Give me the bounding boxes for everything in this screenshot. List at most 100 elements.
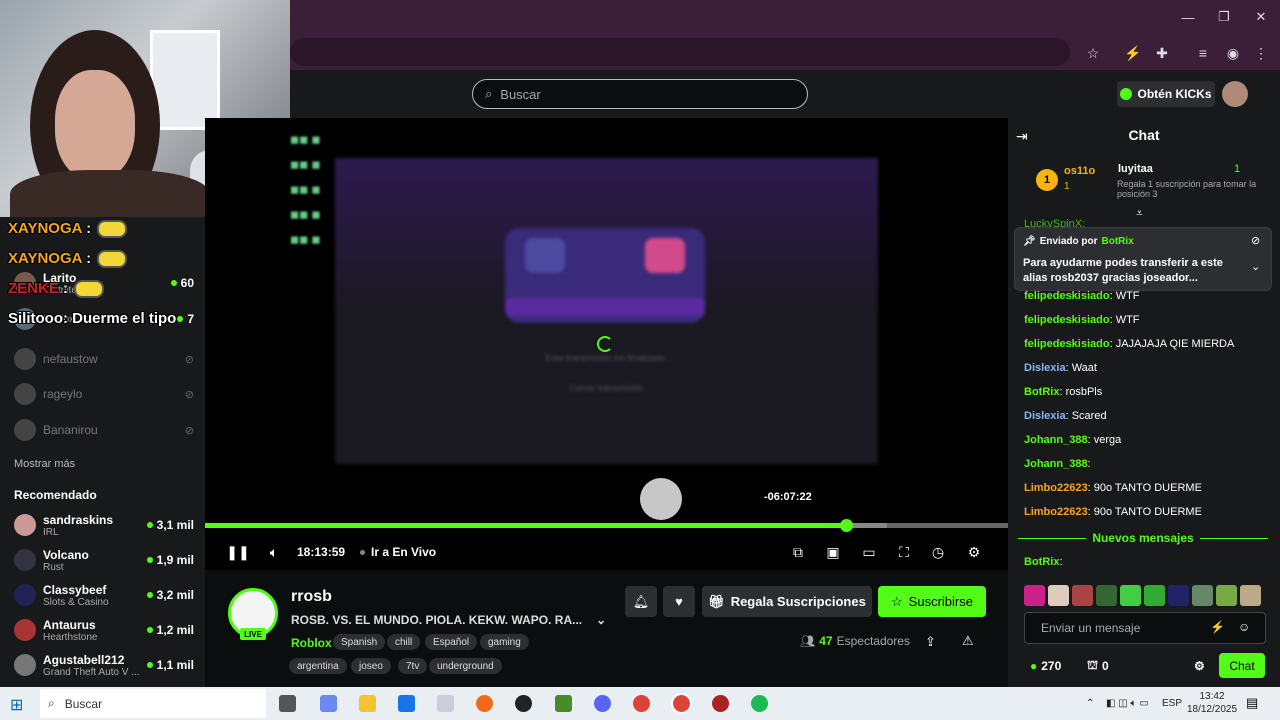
extensions-puzzle-icon[interactable]: ✚ xyxy=(1151,42,1173,64)
chat-username[interactable]: Limbo22623 xyxy=(1024,482,1088,494)
media-control-icon[interactable]: ≡ xyxy=(1192,42,1214,64)
chrome-icon[interactable] xyxy=(633,695,650,712)
tray-chevron-up-icon[interactable]: ⌃ xyxy=(1086,687,1094,720)
search-input[interactable]: ⌕ Buscar xyxy=(472,79,808,109)
clip-icon[interactable]: ▣ xyxy=(824,543,842,561)
minimize-button[interactable]: — xyxy=(1170,0,1206,34)
sidebar-item-offline[interactable]: rageylo ⊘ xyxy=(14,380,194,408)
chat-username[interactable]: Dislexia xyxy=(1024,410,1066,422)
kick-points[interactable]: ● 270 xyxy=(1030,656,1061,676)
chat-username[interactable]: Limbo22623 xyxy=(1024,506,1088,518)
video-player[interactable]: ◼◼ ◼ ◼◼ ◼ ◼◼ ◼ ◼◼ ◼ ◼◼ ◼ Esta transmisión ha… xyxy=(205,118,1008,570)
show-more-link[interactable]: Mostrar más xyxy=(14,458,75,470)
app-icon[interactable] xyxy=(712,695,729,712)
sidebar-item-recommended[interactable]: Volcano Rust 1,9 mil xyxy=(14,546,194,574)
emoji-icon[interactable]: ☺ xyxy=(1238,620,1250,634)
chat-username[interactable]: BotRix xyxy=(1024,386,1059,398)
minecraft-icon[interactable] xyxy=(555,695,572,712)
pause-icon[interactable]: ❚❚ xyxy=(226,543,249,561)
store-icon[interactable] xyxy=(398,695,415,712)
pip-icon[interactable]: ⧉ xyxy=(789,543,807,561)
follow-heart-icon[interactable]: ♥ xyxy=(663,586,695,617)
sidebar-item-offline[interactable]: nefaustow ⊘ xyxy=(14,345,194,373)
channel-name[interactable]: rrosb xyxy=(291,588,332,606)
emote-icon xyxy=(97,250,128,269)
address-field[interactable] xyxy=(290,38,1070,66)
profile-icon[interactable]: ◉ xyxy=(1222,42,1244,64)
fullscreen-icon[interactable]: ⛶ xyxy=(895,543,913,561)
share-icon[interactable]: ⇪ xyxy=(925,634,936,650)
chat-settings-gear-icon[interactable]: ⚙ xyxy=(1194,656,1205,676)
restore-button[interactable]: ❐ xyxy=(1206,0,1242,34)
chrome-active-icon[interactable] xyxy=(671,693,692,714)
obs-icon[interactable] xyxy=(515,695,532,712)
overlay-chat-line: XAYNOGA : xyxy=(8,220,128,239)
notifications-bell-icon[interactable]: 🔔︎ xyxy=(625,586,657,617)
bookmark-star-icon[interactable]: ☆ xyxy=(1082,42,1104,64)
sidebar-item-recommended[interactable]: Antaurus Hearthstone 1,2 mil xyxy=(14,616,194,644)
subscribe-button[interactable]: ☆ Suscribirse xyxy=(878,586,986,617)
gift-subs-button[interactable]: 🎁︎ Regala Suscripciones xyxy=(702,586,872,617)
category-link[interactable]: Roblox xyxy=(291,636,332,650)
sidebar-item-recommended[interactable]: sandraskins IRL 3,1 mil xyxy=(14,511,194,539)
close-button[interactable]: ✕ xyxy=(1243,0,1279,34)
chevron-down-icon[interactable]: ⌄ xyxy=(596,613,606,627)
playback-speed-icon[interactable]: ◷ xyxy=(929,543,947,561)
file-explorer-icon[interactable] xyxy=(359,695,376,712)
unpin-icon[interactable]: ⊘ xyxy=(1251,234,1260,247)
notifications-icon[interactable]: ▤ xyxy=(1246,695,1258,711)
tag[interactable]: 7tv xyxy=(398,658,428,674)
spotify-icon[interactable] xyxy=(751,695,768,712)
sidebar-item-recommended[interactable]: Agustabell212 Grand Theft Auto V ... 1,1 … xyxy=(14,651,194,679)
chat-username[interactable]: felipedeskisiado xyxy=(1024,338,1110,350)
task-view-icon[interactable] xyxy=(279,695,296,712)
tag[interactable]: gaming xyxy=(480,634,529,650)
tag[interactable]: underground xyxy=(429,658,502,674)
recommended-title: Recomendado xyxy=(14,488,97,502)
tag[interactable]: Español xyxy=(425,634,478,650)
pinned-message[interactable]: 📌︎ Enviado por BotRix Para ayudarme podes … xyxy=(1014,227,1272,291)
windows-start-icon[interactable]: ⊞ xyxy=(10,695,23,715)
progress-handle[interactable] xyxy=(840,519,853,532)
word-icon[interactable] xyxy=(437,695,454,712)
chat-username[interactable]: Dislexia xyxy=(1024,362,1066,374)
theater-mode-icon[interactable]: ▭ xyxy=(860,543,878,561)
chat-username[interactable]: felipedeskisiado xyxy=(1024,314,1110,326)
taskbar-search[interactable]: ⌕ Buscar xyxy=(40,689,266,718)
copilot-icon[interactable] xyxy=(320,695,337,712)
tag[interactable]: Spanish xyxy=(333,634,386,650)
tray-icons[interactable]: ◧ ◫ 🔈︎ ▭ xyxy=(1106,687,1149,720)
go-live-button[interactable]: Ir a En Vivo xyxy=(360,543,436,561)
sidebar-item-recommended[interactable]: Classybeef Slots & Casino 3,2 mil xyxy=(14,581,194,609)
get-kicks-button[interactable]: Obtén KICKs xyxy=(1117,81,1215,107)
volume-icon[interactable]: 🔈︎ xyxy=(265,543,283,561)
chat-username[interactable]: Johann_388 xyxy=(1024,434,1088,446)
chat-username[interactable]: felipedeskisiado xyxy=(1024,290,1110,302)
expand-icon[interactable]: ⩡ xyxy=(1136,206,1143,221)
send-chat-button[interactable]: Chat xyxy=(1219,653,1265,678)
viewer-count: 1,1 mil xyxy=(146,658,194,672)
avatar xyxy=(14,383,36,405)
report-warning-icon[interactable]: ⚠ xyxy=(962,633,974,649)
clock[interactable]: 13:42 18/12/2025 xyxy=(1182,690,1242,716)
emote-quick-bar[interactable] xyxy=(1024,585,1266,607)
settings-gear-icon[interactable]: ⚙ xyxy=(965,543,983,561)
7tv-icon[interactable]: ⚡ xyxy=(1210,620,1225,634)
tag[interactable]: argentina xyxy=(289,658,347,674)
browser-menu-icon[interactable]: ⋮ xyxy=(1250,42,1272,64)
close-stream-button[interactable]: Cerrar transmisión xyxy=(335,383,878,393)
sidebar-item-offline[interactable]: Bananirou ⊘ xyxy=(14,416,194,444)
firefox-icon[interactable] xyxy=(476,695,493,712)
secondary-points[interactable]: ⛫ 0 xyxy=(1087,656,1109,676)
chat-message-input[interactable]: Enviar un mensaje xyxy=(1024,612,1266,644)
chat-username[interactable]: Johann_388 xyxy=(1024,458,1088,470)
extension-7tv-icon[interactable]: ⚡ xyxy=(1122,42,1144,64)
discord-icon[interactable] xyxy=(594,695,611,712)
blurred-chat-emotes: ◼◼ ◼ ◼◼ ◼ ◼◼ ◼ ◼◼ ◼ ◼◼ ◼ xyxy=(290,134,321,246)
tag[interactable]: joseo xyxy=(351,658,391,674)
chevron-down-icon[interactable]: ⌄ xyxy=(1251,260,1260,273)
tag[interactable]: chill xyxy=(387,634,421,650)
user-avatar[interactable] xyxy=(1222,81,1248,107)
language-indicator[interactable]: ESP xyxy=(1162,687,1182,720)
kicks-icon xyxy=(1120,88,1133,100)
